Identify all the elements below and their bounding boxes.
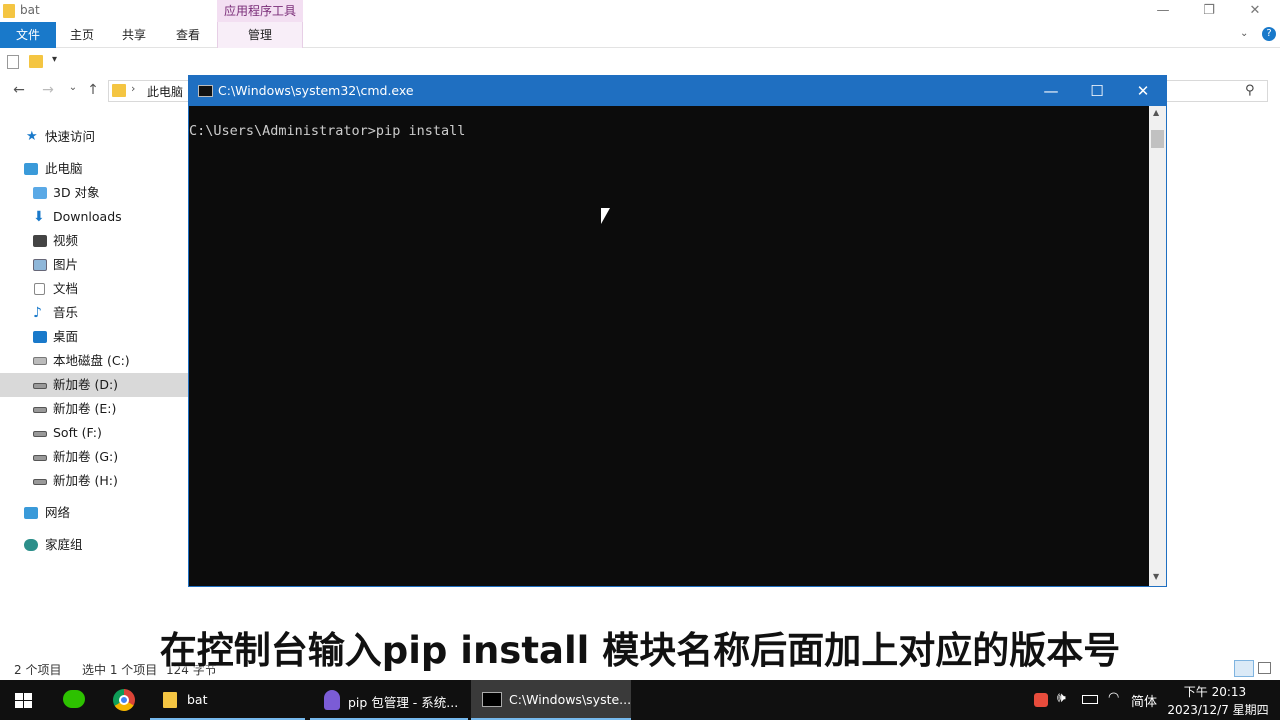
cmd-window[interactable]: C:\Windows\system32\cmd.exe — ☐ ✕ C:\Use… xyxy=(188,75,1167,587)
new-folder-icon[interactable] xyxy=(29,55,43,68)
video-caption: 在控制台输入pip install 模块名称后面加上对应的版本号 xyxy=(159,629,1121,672)
forward-arrow-icon[interactable]: → xyxy=(38,82,58,100)
mouse-cursor-icon xyxy=(601,208,610,224)
taskbar-item-cmd[interactable]: C:\Windows\syste... xyxy=(471,680,631,720)
tab-manage[interactable]: 管理 xyxy=(217,22,303,48)
cmd-icon xyxy=(198,85,213,97)
vertical-scrollbar[interactable]: ▲ ▼ xyxy=(1149,106,1166,586)
ime-indicator[interactable]: 简体 xyxy=(1131,691,1157,710)
sidebar-item-drive-e[interactable]: 新加卷 (E:) xyxy=(0,397,188,421)
breadcrumb[interactable]: 此电脑 xyxy=(147,83,183,100)
windows-logo-icon xyxy=(15,693,23,700)
clock-date[interactable]: 2023/12/7 星期四 xyxy=(1166,701,1270,718)
tab-file[interactable]: 文件 xyxy=(0,22,56,48)
sidebar-item-drive-c[interactable]: 本地磁盘 (C:) xyxy=(0,349,188,373)
qat-dropdown-icon[interactable]: ▾ xyxy=(52,54,62,65)
folder-icon xyxy=(163,692,177,708)
music-note-icon: ♪ xyxy=(33,305,42,321)
sidebar-item-drive-f[interactable]: Soft (F:) xyxy=(0,421,188,445)
chrome-taskbar-button[interactable] xyxy=(100,680,148,720)
navigation-pane: ★ 快速访问 此电脑 3D 对象 ⬇ Downloads 视频 图片 文档 ♪ … xyxy=(0,106,188,658)
star-icon: ★ xyxy=(26,129,38,144)
minimize-icon[interactable]: — xyxy=(1140,0,1186,22)
ribbon-tabs: 应用程序工具 文件 主页 共享 查看 管理 ⌄ ? xyxy=(0,0,1280,48)
taskbar-item-pip-browser[interactable]: pip 包管理 - 系统... xyxy=(310,680,468,720)
picture-icon xyxy=(33,259,47,271)
volume-icon[interactable]: 🕪 xyxy=(1057,690,1066,706)
clock-time[interactable]: 下午 20:13 xyxy=(1168,683,1262,700)
taskbar-item-explorer[interactable]: bat xyxy=(150,680,305,720)
search-icon[interactable]: ⚲ xyxy=(1245,83,1255,98)
cmd-window-title: C:\Windows\system32\cmd.exe xyxy=(218,83,414,98)
tab-view[interactable]: 查看 xyxy=(160,22,216,48)
sidebar-item-drive-h[interactable]: 新加卷 (H:) xyxy=(0,469,188,493)
sidebar-item-music[interactable]: ♪ 音乐 xyxy=(0,301,188,325)
start-button[interactable] xyxy=(0,680,48,720)
sidebar-item-this-pc[interactable]: 此电脑 xyxy=(0,157,188,181)
back-arrow-icon[interactable]: ← xyxy=(9,82,29,100)
scroll-up-icon[interactable]: ▲ xyxy=(1153,108,1159,117)
explorer-title-bar: bat — ❐ ✕ xyxy=(0,0,1280,22)
drive-icon xyxy=(33,407,47,413)
minimize-icon[interactable]: — xyxy=(1028,76,1074,106)
restore-icon[interactable]: ❐ xyxy=(1186,0,1232,22)
homegroup-icon xyxy=(24,539,38,551)
scrollbar-thumb[interactable] xyxy=(1151,130,1164,148)
windows-drive-icon xyxy=(33,357,47,365)
cube-icon xyxy=(33,187,47,199)
close-icon[interactable]: ✕ xyxy=(1120,76,1166,106)
command-prompt-line: C:\Users\Administrator>pip install xyxy=(189,123,466,139)
computer-icon xyxy=(24,163,38,175)
network-icon xyxy=(24,507,38,519)
wechat-icon xyxy=(63,690,85,708)
sidebar-item-homegroup[interactable]: 家庭组 xyxy=(0,533,188,557)
sidebar-item-drive-g[interactable]: 新加卷 (G:) xyxy=(0,445,188,469)
cmd-title-bar[interactable]: C:\Windows\system32\cmd.exe — ☐ ✕ xyxy=(189,76,1166,106)
up-arrow-icon[interactable]: ↑ xyxy=(83,82,103,100)
drive-icon xyxy=(33,383,47,389)
battery-icon[interactable] xyxy=(1082,695,1098,704)
sidebar-item-drive-d[interactable]: 新加卷 (D:) xyxy=(0,373,188,397)
drive-icon xyxy=(33,431,47,437)
folder-icon xyxy=(112,84,126,97)
console-output[interactable]: C:\Users\Administrator>pip install xyxy=(189,106,1149,586)
sidebar-item-quick-access[interactable]: ★ 快速访问 xyxy=(0,125,188,149)
wifi-icon[interactable]: ◠ xyxy=(1108,690,1119,705)
app-tools-group-label: 应用程序工具 xyxy=(217,0,303,22)
recent-dropdown-icon[interactable]: ⌄ xyxy=(63,82,83,100)
folder-icon xyxy=(3,4,15,18)
scroll-down-icon[interactable]: ▼ xyxy=(1153,572,1159,581)
quick-access-toolbar: ▾ xyxy=(0,49,1280,75)
sidebar-item-videos[interactable]: 视频 xyxy=(0,229,188,253)
cmd-icon xyxy=(482,692,502,707)
drive-icon xyxy=(33,455,47,461)
taskbar: bat pip 包管理 - 系统... C:\Windows\syste... … xyxy=(0,680,1280,720)
wechat-taskbar-button[interactable] xyxy=(50,680,98,720)
sidebar-item-3d-objects[interactable]: 3D 对象 xyxy=(0,181,188,205)
sidebar-item-pictures[interactable]: 图片 xyxy=(0,253,188,277)
sidebar-item-downloads[interactable]: ⬇ Downloads xyxy=(0,205,188,229)
chevron-down-icon[interactable]: ⌄ xyxy=(1240,28,1254,42)
sidebar-item-desktop[interactable]: 桌面 xyxy=(0,325,188,349)
film-icon xyxy=(33,235,47,247)
breadcrumb-separator-icon: › xyxy=(131,82,136,95)
maximize-icon[interactable]: ☐ xyxy=(1074,76,1120,106)
desktop-icon xyxy=(33,331,47,343)
feather-app-icon xyxy=(324,690,340,710)
explorer-window-title: bat xyxy=(20,3,40,17)
drive-icon xyxy=(33,479,47,485)
help-icon[interactable]: ? xyxy=(1262,27,1276,41)
sidebar-item-network[interactable]: 网络 xyxy=(0,501,188,525)
document-icon xyxy=(34,283,45,295)
tab-home[interactable]: 主页 xyxy=(56,22,108,48)
close-icon[interactable]: ✕ xyxy=(1232,0,1278,22)
tab-share[interactable]: 共享 xyxy=(108,22,160,48)
download-arrow-icon: ⬇ xyxy=(33,209,45,225)
sidebar-item-documents[interactable]: 文档 xyxy=(0,277,188,301)
tray-app-icon[interactable] xyxy=(1034,693,1048,707)
properties-icon[interactable] xyxy=(7,55,19,69)
